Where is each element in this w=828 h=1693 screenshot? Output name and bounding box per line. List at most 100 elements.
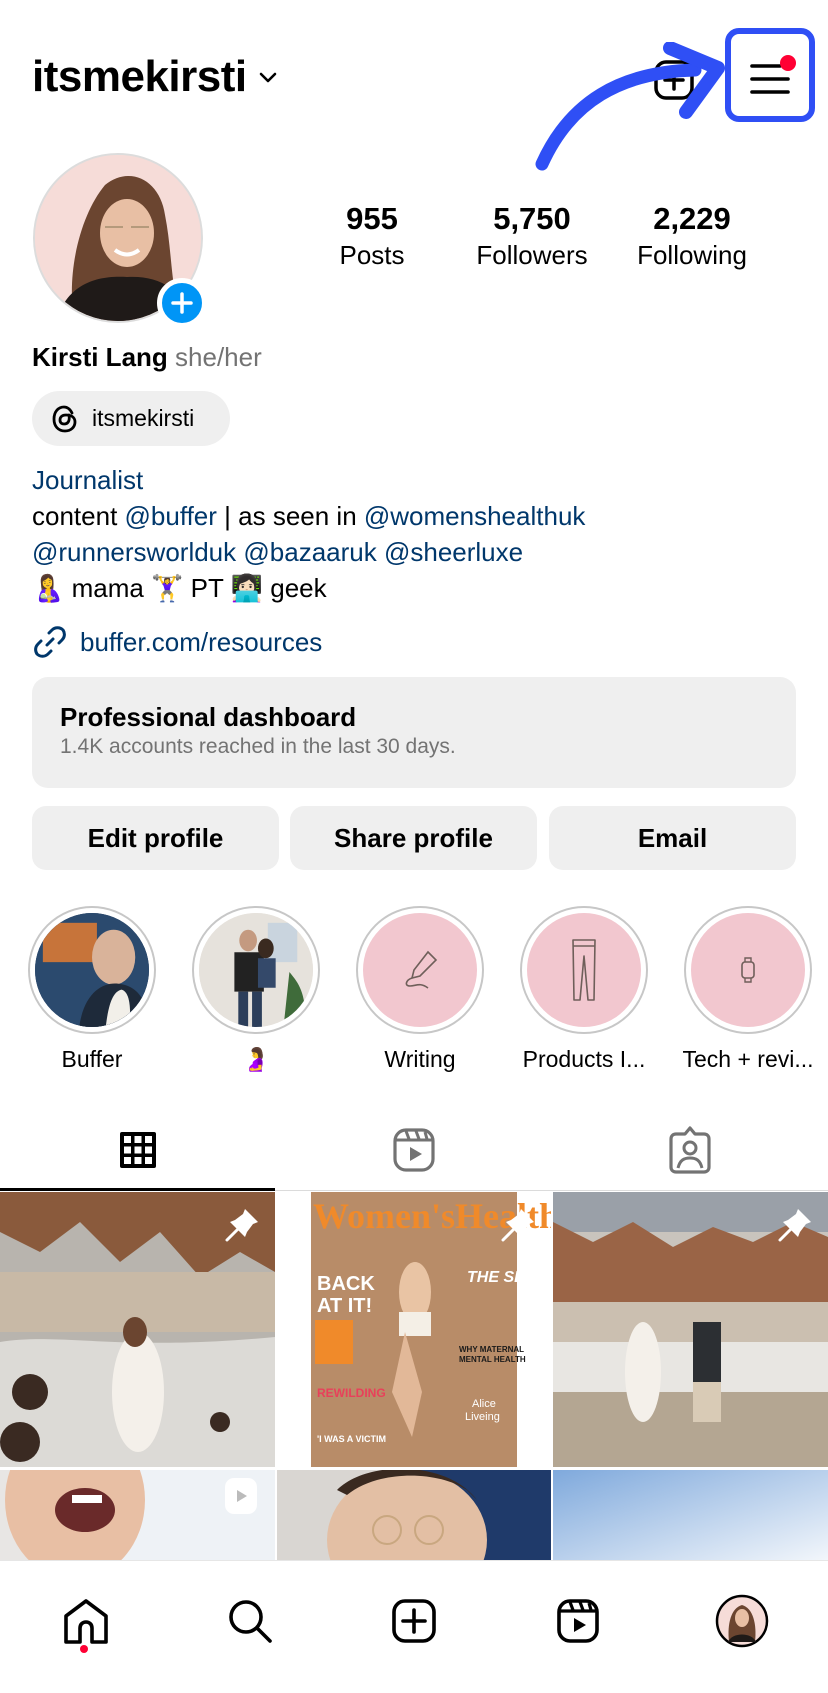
- mention-sheerluxe[interactable]: @sheerluxe: [384, 537, 523, 567]
- link-icon: [34, 626, 66, 658]
- nav-profile[interactable]: [712, 1591, 772, 1651]
- edit-profile-button[interactable]: Edit profile: [32, 806, 279, 870]
- pen-icon: [405, 950, 438, 989]
- highlight-products[interactable]: Products I...: [514, 906, 654, 1074]
- grid-post-5[interactable]: [277, 1470, 551, 1560]
- svg-text:Liveing: Liveing: [465, 1411, 500, 1423]
- add-story-button[interactable]: [157, 278, 207, 328]
- post-photo: [277, 1470, 551, 1560]
- svg-text:WHY MATERNAL: WHY MATERNAL: [459, 1345, 524, 1354]
- pin-icon: [225, 1209, 258, 1242]
- full-name: Kirsti Lang: [32, 342, 168, 372]
- highlight-ring: [356, 906, 484, 1034]
- bio-line-2: @runnersworlduk @bazaaruk @sheerluxe: [32, 534, 812, 570]
- bottom-nav: [0, 1560, 828, 1693]
- highlight-photo: [199, 913, 313, 1027]
- bio-line-3: 🤱 mama 🏋️‍♀️ PT 👩🏻‍💻 geek: [32, 573, 327, 603]
- stat-value: 955: [346, 201, 398, 236]
- grid-icon: [120, 1132, 156, 1168]
- mention-buffer[interactable]: @buffer: [125, 501, 217, 531]
- nav-home[interactable]: [56, 1591, 116, 1651]
- stat-following[interactable]: 2,229 Following: [612, 200, 772, 272]
- stat-label: Posts: [339, 240, 405, 270]
- search-icon: [229, 1600, 272, 1643]
- plus-icon: [171, 292, 193, 314]
- highlight-cover: [35, 913, 149, 1027]
- svg-text:Alice: Alice: [472, 1398, 496, 1410]
- highlight-ring: [520, 906, 648, 1034]
- pronouns: she/her: [175, 342, 262, 372]
- highlight-ring: [684, 906, 812, 1034]
- tab-divider: [275, 1190, 828, 1191]
- svg-text:THE SEX: THE SEX: [467, 1269, 537, 1286]
- dashboard-subtitle: 1.4K accounts reached in the last 30 day…: [60, 735, 456, 758]
- stat-label: Followers: [476, 240, 588, 270]
- stat-followers[interactable]: 5,750 Followers: [452, 200, 612, 272]
- tab-tagged[interactable]: [552, 1110, 828, 1190]
- professional-dashboard[interactable]: Professional dashboard 1.4K accounts rea…: [32, 677, 796, 788]
- share-profile-button[interactable]: Share profile: [290, 806, 537, 870]
- svg-text:'I WAS A VICTIM: 'I WAS A VICTIM: [317, 1434, 386, 1444]
- post-photo: [553, 1470, 828, 1560]
- dashboard-title: Professional dashboard: [60, 702, 357, 732]
- highlight-pregnancy[interactable]: 🤰: [186, 906, 326, 1074]
- active-tab-indicator: [0, 1188, 275, 1191]
- mention-womenshealthuk[interactable]: @womenshealthuk: [364, 501, 586, 531]
- account-switcher[interactable]: itsmekirsti: [32, 52, 279, 102]
- bio-line-1: content @buffer | as seen in @womensheal…: [32, 498, 812, 534]
- website-url: buffer.com/resources: [80, 626, 323, 657]
- grid-post-1[interactable]: [0, 1192, 275, 1467]
- threads-handle: itsmekirsti: [92, 405, 195, 431]
- tab-reels[interactable]: [276, 1110, 552, 1190]
- svg-text:AT IT!: AT IT!: [317, 1295, 372, 1317]
- category-label: Journalist: [32, 465, 144, 495]
- notification-dot: [780, 55, 796, 71]
- stat-value: 5,750: [493, 201, 571, 236]
- highlight-label: Tech + revi...: [682, 1046, 814, 1072]
- home-notification-dot: [80, 1645, 88, 1653]
- stat-value: 2,229: [653, 201, 731, 236]
- highlight-label: 🤰: [241, 1046, 271, 1072]
- highlight-label: Products I...: [522, 1046, 646, 1072]
- watch-icon: [741, 957, 755, 983]
- highlight-buffer[interactable]: Buffer: [22, 906, 162, 1074]
- pin-icon: [501, 1209, 534, 1242]
- reels-icon: [557, 1599, 599, 1643]
- grid-post-2[interactable]: Women'sHealth BACK AT IT! THE SEX REWILD…: [277, 1192, 551, 1467]
- highlight-cover: [691, 913, 805, 1027]
- tagged-icon: [669, 1126, 711, 1174]
- highlight-tech[interactable]: Tech + revi...: [678, 906, 818, 1074]
- highlight-cover: [199, 913, 313, 1027]
- highlight-ring: [192, 906, 320, 1034]
- svg-text:REWILDING: REWILDING: [317, 1386, 386, 1400]
- grid-post-3[interactable]: [553, 1192, 828, 1467]
- highlight-ring: [28, 906, 156, 1034]
- pin-icon: [778, 1209, 811, 1242]
- bio-text: content: [32, 501, 125, 531]
- highlight-label: Buffer: [61, 1046, 123, 1072]
- nav-search[interactable]: [220, 1591, 280, 1651]
- grid-post-4[interactable]: [0, 1470, 275, 1560]
- highlight-photo: [35, 913, 149, 1027]
- highlight-cover: [363, 913, 477, 1027]
- highlight-label: Writing: [384, 1046, 456, 1072]
- grid-post-6[interactable]: [553, 1470, 828, 1560]
- svg-text:BACK: BACK: [317, 1273, 375, 1295]
- nav-create[interactable]: [384, 1591, 444, 1651]
- threads-icon: [52, 405, 77, 432]
- nav-reels[interactable]: [548, 1591, 608, 1651]
- mention-bazaaruk[interactable]: @bazaaruk: [243, 537, 376, 567]
- highlight-writing[interactable]: Writing: [350, 906, 490, 1074]
- stat-label: Following: [637, 240, 747, 270]
- stat-posts[interactable]: 955 Posts: [292, 200, 452, 272]
- email-button[interactable]: Email: [549, 806, 796, 870]
- profile-name-row: Kirsti Lang she/her: [32, 340, 262, 374]
- mention-runnersworlduk[interactable]: @runnersworlduk: [32, 537, 236, 567]
- highlight-cover: [527, 913, 641, 1027]
- create-icon: [392, 1599, 436, 1643]
- threads-badge[interactable]: itsmekirsti: [32, 391, 230, 446]
- website-link[interactable]: buffer.com/resources: [32, 624, 322, 660]
- tab-posts-grid[interactable]: [0, 1110, 276, 1190]
- reel-badge-icon: [225, 1478, 257, 1514]
- reels-icon: [393, 1128, 435, 1172]
